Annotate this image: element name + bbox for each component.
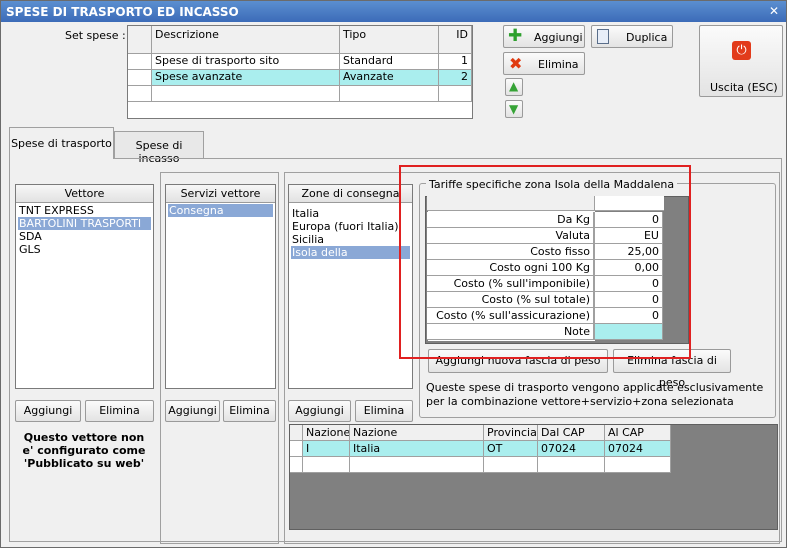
move-down-button[interactable]: ▼	[505, 100, 523, 118]
table-row-provincia[interactable]: OT	[484, 441, 538, 457]
servizi-list[interactable]: Servizi vettore Consegna espressa	[165, 184, 276, 389]
elimina-label: Elimina	[538, 58, 579, 71]
table-row-tipo[interactable]: Standard	[340, 54, 439, 70]
new-row-cell[interactable]	[340, 86, 439, 102]
vettore-elimina-button[interactable]: Elimina	[85, 400, 154, 422]
document-copy-icon	[597, 29, 609, 44]
tariffe-info: Queste spese di trasporto vengono applic…	[426, 381, 764, 408]
list-item[interactable]: Sicilia	[291, 233, 410, 246]
row-selector[interactable]	[128, 70, 152, 86]
vettore-list[interactable]: Vettore TNT EXPRESS BARTOLINI TRASPORTI …	[15, 184, 154, 389]
zone-header: Zone di consegna	[289, 185, 412, 203]
vettore-warning: Questo vettore non e' configurato come '…	[22, 431, 146, 470]
list-item[interactable]: Europa (fuori Italia)	[291, 220, 410, 233]
col-id[interactable]: ID	[439, 26, 472, 54]
vettore-header: Vettore	[16, 185, 153, 203]
close-icon[interactable]: ✕	[769, 4, 779, 18]
move-up-button[interactable]: ▲	[505, 78, 523, 96]
tab-label: Spese di trasporto	[11, 137, 112, 150]
new-row-cell[interactable]	[152, 86, 340, 102]
table-row-dal[interactable]: 07024	[538, 441, 605, 457]
table-row-tipo[interactable]: Avanzate	[340, 70, 439, 86]
new-row-cell[interactable]	[605, 457, 671, 473]
servizi-aggiungi-button[interactable]: Aggiungi	[165, 400, 220, 422]
highlight-box	[399, 165, 691, 359]
new-row-cell[interactable]	[439, 86, 472, 102]
list-item[interactable]: Italia	[291, 207, 410, 220]
duplica-button[interactable]: Duplica	[591, 25, 673, 48]
list-item-selected[interactable]: BARTOLINI TRASPORTI	[18, 217, 151, 230]
power-icon: ⏻	[732, 41, 751, 60]
row-selector[interactable]	[290, 441, 303, 457]
servizi-elimina-button[interactable]: Elimina	[223, 400, 276, 422]
zone-elimina-button[interactable]: Elimina	[355, 400, 413, 422]
duplica-label: Duplica	[626, 31, 668, 44]
col-nazione-code[interactable]: Nazione	[303, 425, 350, 441]
table-row-descrizione[interactable]: Spese di trasporto sito	[152, 54, 340, 70]
aggiungi-label: Aggiungi	[534, 31, 583, 44]
new-row-cell[interactable]	[350, 457, 484, 473]
arrow-down-icon: ▼	[509, 102, 519, 116]
table-row-al[interactable]: 07024	[605, 441, 671, 457]
title-bar: SPESE DI TRASPORTO ED INCASSO ✕	[1, 1, 786, 22]
uscita-label: Uscita (ESC)	[710, 81, 778, 94]
table-row-id[interactable]: 1	[439, 54, 472, 70]
uscita-button[interactable]: ⏻ Uscita (ESC)	[699, 25, 783, 97]
servizi-header: Servizi vettore	[166, 185, 275, 203]
list-item[interactable]: GLS	[18, 243, 151, 256]
col-tipo[interactable]: Tipo	[340, 26, 439, 54]
col-provincia[interactable]: Provincia	[484, 425, 538, 441]
row-selector[interactable]	[128, 54, 152, 70]
table-row-nazione[interactable]: Italia	[350, 441, 484, 457]
list-item-selected[interactable]: Consegna espressa	[168, 204, 273, 230]
list-item[interactable]: TNT EXPRESS	[18, 204, 151, 217]
aggiungi-button[interactable]: ✚ Aggiungi	[503, 25, 585, 48]
elimina-button[interactable]: ✖ Elimina	[503, 52, 585, 75]
table-row-id[interactable]: 2	[439, 70, 472, 86]
main-window: SPESE DI TRASPORTO ED INCASSO ✕ Set spes…	[0, 0, 787, 548]
tab-spese-trasporto[interactable]: Spese di trasporto	[9, 127, 114, 159]
list-item-selected[interactable]: Isola della Maddalena	[291, 246, 410, 272]
row-selector[interactable]	[290, 457, 303, 473]
col-al-cap[interactable]: Al CAP	[605, 425, 671, 441]
table-row-code[interactable]: I	[303, 441, 350, 457]
delete-x-icon: ✖	[509, 54, 523, 73]
table-row-descrizione[interactable]: Spese avanzate	[152, 70, 340, 86]
tab-spese-incasso[interactable]: Spese di incasso	[114, 131, 204, 165]
col-descrizione[interactable]: Descrizione	[152, 26, 340, 54]
zone-aggiungi-button[interactable]: Aggiungi	[288, 400, 351, 422]
new-row-cell[interactable]	[303, 457, 350, 473]
plus-icon: ✚	[508, 26, 523, 46]
vettore-aggiungi-button[interactable]: Aggiungi	[15, 400, 81, 422]
nazioni-grid: Nazione Nazione Provincia Dal CAP Al CAP…	[289, 424, 778, 530]
zone-list[interactable]: Zone di consegna Italia Europa (fuori It…	[288, 184, 413, 389]
new-row-cell[interactable]	[538, 457, 605, 473]
row-selector[interactable]	[128, 86, 152, 102]
col-dal-cap[interactable]: Dal CAP	[538, 425, 605, 441]
window-title: SPESE DI TRASPORTO ED INCASSO	[6, 5, 239, 19]
new-row-cell[interactable]	[484, 457, 538, 473]
col-nazione[interactable]: Nazione	[350, 425, 484, 441]
set-spese-grid: Descrizione Tipo ID Spese di trasporto s…	[127, 25, 473, 119]
list-item[interactable]: SDA	[18, 230, 151, 243]
set-spese-label: Set spese :	[65, 29, 126, 42]
arrow-up-icon: ▲	[509, 79, 519, 93]
